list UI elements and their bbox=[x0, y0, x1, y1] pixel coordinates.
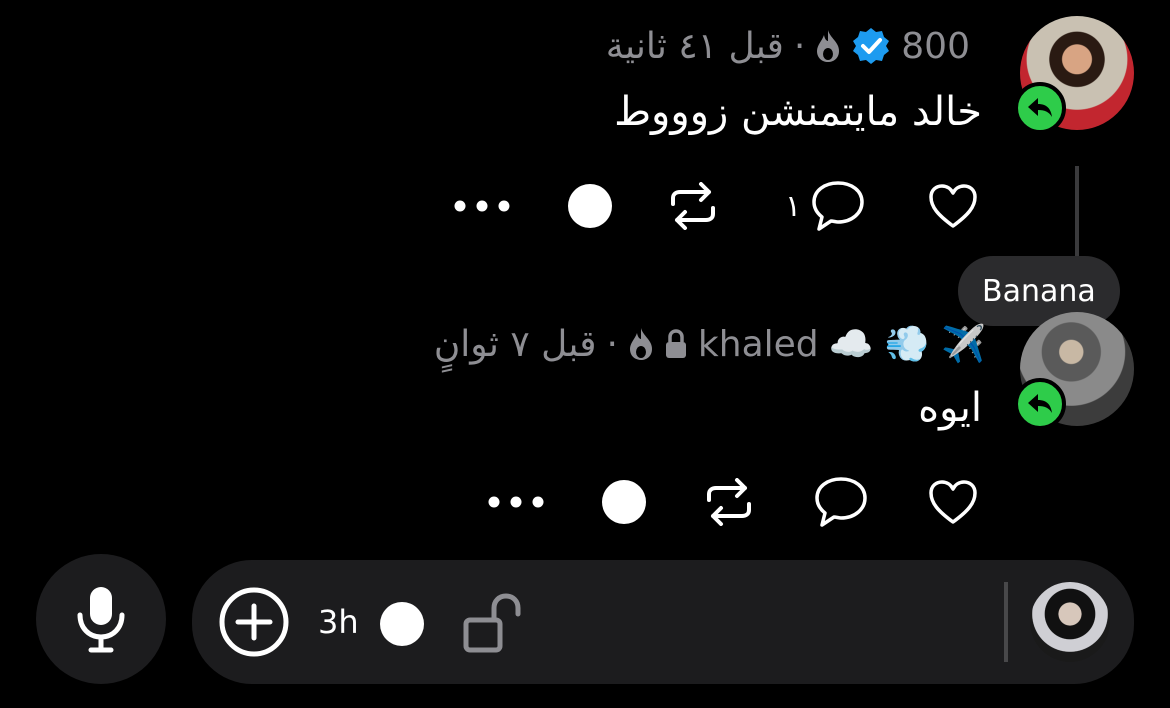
post-1-time: قبل ٤١ ثانية bbox=[605, 25, 784, 67]
verified-icon bbox=[853, 28, 890, 64]
reply-badge-post-1 bbox=[1014, 82, 1066, 134]
repost-icon bbox=[707, 478, 751, 526]
comment-count-post-1: ١ bbox=[784, 188, 802, 224]
composer-divider bbox=[1004, 582, 1008, 662]
post-2-username[interactable]: khaled bbox=[698, 324, 819, 365]
dot-icon[interactable] bbox=[602, 480, 646, 524]
more-button-post-1[interactable] bbox=[450, 190, 514, 222]
timer-label[interactable]: 3h bbox=[318, 602, 359, 642]
flame-icon bbox=[817, 30, 840, 62]
post-1-text: خالد مايتمنشن زوووط bbox=[614, 89, 982, 135]
post-1-meta: 800 · قبل ٤١ ثانية bbox=[606, 20, 970, 72]
comment-button-post-2[interactable] bbox=[806, 472, 876, 532]
post-2-time: قبل ٧ ثوانٍ bbox=[433, 323, 597, 365]
like-button-post-2[interactable] bbox=[924, 474, 982, 530]
unlock-icon bbox=[463, 593, 521, 653]
reply-badge-post-2 bbox=[1014, 378, 1066, 430]
more-icon bbox=[454, 200, 510, 212]
post-1-username[interactable]: 800 bbox=[901, 26, 970, 67]
more-icon bbox=[488, 496, 544, 508]
comment-button-post-1[interactable]: ١ bbox=[776, 176, 876, 236]
comment-icon bbox=[812, 181, 864, 231]
my-avatar[interactable] bbox=[1030, 582, 1110, 662]
meta-separator: · bbox=[606, 323, 618, 365]
lock-icon bbox=[665, 329, 686, 358]
composer-bar[interactable]: 3h bbox=[192, 560, 1134, 684]
flame-icon bbox=[629, 328, 652, 360]
plus-circle-icon bbox=[219, 587, 289, 657]
meta-separator: · bbox=[793, 25, 806, 67]
repost-button-post-1[interactable] bbox=[664, 180, 722, 232]
mic-button[interactable] bbox=[36, 554, 166, 684]
unlock-button[interactable] bbox=[462, 592, 526, 656]
heart-icon bbox=[929, 184, 977, 228]
more-button-post-2[interactable] bbox=[484, 486, 548, 518]
post-2-emoji-prefix: ✈️ 💨 ☁️ bbox=[828, 324, 986, 365]
heart-icon bbox=[929, 480, 977, 524]
repost-button-post-2[interactable] bbox=[700, 476, 758, 528]
dot-icon[interactable] bbox=[568, 184, 612, 228]
mic-icon bbox=[77, 587, 125, 653]
reply-arrow-icon bbox=[1028, 98, 1052, 117]
repost-icon bbox=[671, 182, 715, 230]
post-2-meta: ✈️ 💨 ☁️ khaled · قبل ٧ ثوانٍ bbox=[434, 318, 986, 370]
add-button[interactable] bbox=[218, 586, 290, 658]
tooltip-label: Banana bbox=[982, 273, 1096, 309]
reply-arrow-icon bbox=[1028, 394, 1052, 413]
comment-icon bbox=[815, 477, 867, 527]
thread-line bbox=[1075, 166, 1079, 266]
post-2-text: ايوه bbox=[918, 385, 982, 431]
timer-dot-icon[interactable] bbox=[380, 602, 424, 646]
like-button-post-1[interactable] bbox=[924, 178, 982, 234]
